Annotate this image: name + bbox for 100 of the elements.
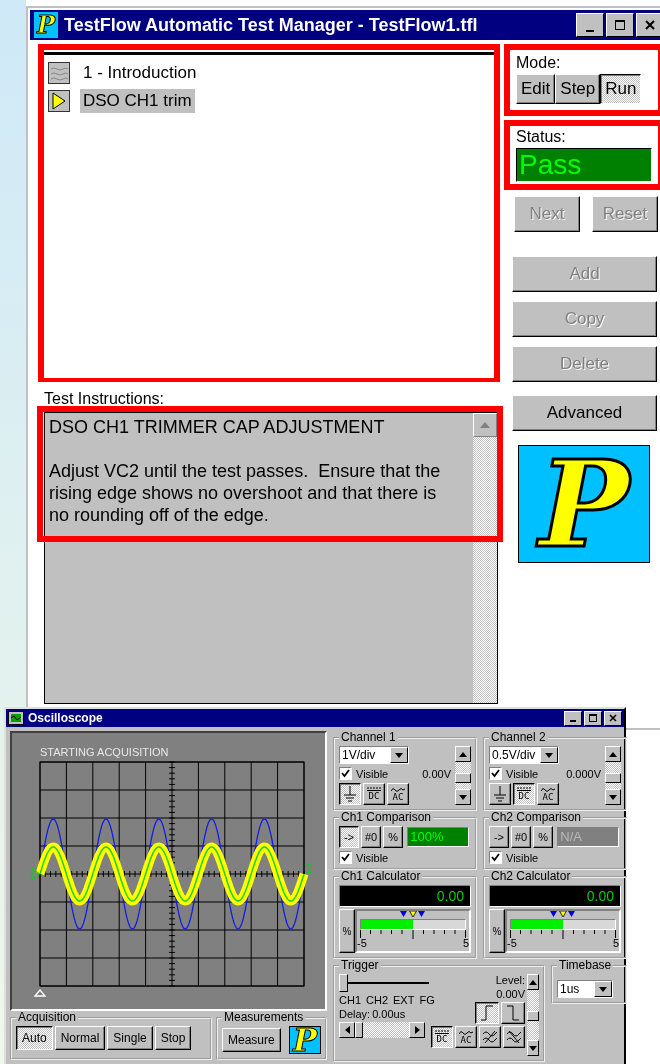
- dc-coupling-button[interactable]: DC: [431, 1026, 453, 1048]
- ac-wave-icon: [541, 786, 555, 792]
- maximize-button[interactable]: [584, 710, 602, 726]
- down-arrow-icon: [609, 794, 617, 800]
- checkbox-label: Visible: [356, 767, 389, 780]
- checkbox[interactable]: [339, 851, 352, 864]
- checkbox[interactable]: [339, 767, 352, 780]
- ground-icon: [343, 786, 357, 802]
- group-label: Measurements: [223, 1011, 305, 1024]
- maximize-button[interactable]: [606, 13, 634, 37]
- down-arrow-icon: [529, 1045, 537, 1051]
- close-button[interactable]: [604, 710, 622, 726]
- level-label: Level:: [495, 974, 525, 986]
- check-icon: [341, 853, 350, 862]
- ac-wave-icon: [391, 786, 405, 792]
- acquisition-button[interactable]: Normal: [54, 1026, 106, 1050]
- step-item[interactable]: DSO CH1 trim: [80, 89, 195, 113]
- left-arrow-icon: [344, 1026, 350, 1034]
- dc-coupling-button[interactable]: DC: [513, 783, 535, 805]
- acquisition-button[interactable]: Auto: [16, 1026, 53, 1050]
- comparison-button[interactable]: %: [533, 826, 554, 848]
- comparison-button[interactable]: #0: [511, 826, 532, 848]
- channel-marker: 2: [306, 862, 313, 876]
- offset-value: 0.00V: [422, 767, 451, 780]
- lf-coupling-button[interactable]: [503, 1026, 525, 1048]
- mode-button[interactable]: Edit: [516, 74, 556, 104]
- source-option[interactable]: CH2: [366, 974, 389, 1006]
- offset-scrollbar[interactable]: [455, 746, 471, 805]
- logo-letter: P: [292, 1024, 318, 1056]
- scale-dropdown[interactable]: 0.5V/div: [489, 746, 559, 764]
- hf-coupling-button[interactable]: [479, 1026, 501, 1048]
- ac-coupling-button[interactable]: AC: [537, 783, 559, 805]
- scale-label: 5: [612, 937, 619, 949]
- window-title: Oscilloscope: [28, 711, 103, 725]
- check-icon: [491, 853, 500, 862]
- comparison-button[interactable]: %: [383, 826, 404, 848]
- comparison-button[interactable]: #0: [361, 826, 382, 848]
- comparison-button[interactable]: ->: [339, 826, 359, 848]
- minimize-icon: [586, 30, 594, 32]
- scrollbar-thumb[interactable]: [605, 773, 621, 784]
- rising-edge-button[interactable]: [475, 1002, 499, 1024]
- acquisition-button[interactable]: Stop: [154, 1026, 192, 1050]
- percent-button[interactable]: %: [489, 909, 505, 953]
- mode-button[interactable]: Run: [600, 74, 642, 104]
- delay-value: 0.00us: [372, 1008, 406, 1020]
- dc-coupling-button[interactable]: DC: [363, 783, 385, 805]
- source-option[interactable]: EXT: [393, 974, 415, 1006]
- scrollbar-thumb[interactable]: [455, 773, 471, 784]
- scrollbar-thumb[interactable]: [355, 1022, 363, 1038]
- scroll-up-button[interactable]: [473, 413, 497, 437]
- group-label: Trigger: [340, 959, 380, 972]
- down-arrow-icon: [459, 794, 467, 800]
- source-option[interactable]: FG: [419, 974, 435, 1006]
- group-label: Timebase: [558, 959, 613, 972]
- acquisition-button[interactable]: Single: [107, 1026, 153, 1050]
- checkbox[interactable]: [489, 767, 502, 780]
- scale-ticks-icon: [510, 930, 616, 939]
- minimize-button[interactable]: [576, 13, 604, 37]
- scrollbar-thumb[interactable]: [527, 1011, 539, 1021]
- measure-button[interactable]: Measure: [222, 1028, 281, 1052]
- scale-dropdown[interactable]: 1V/div: [339, 746, 409, 764]
- mode-button[interactable]: Step: [555, 74, 601, 104]
- step-item[interactable]: 1 - Introduction: [80, 61, 200, 85]
- checkbox-label: Visible: [506, 767, 539, 780]
- level-scrollbar[interactable]: [527, 974, 539, 1056]
- action-button[interactable]: Advanced: [512, 395, 657, 431]
- up-arrow-icon: [459, 751, 467, 757]
- limit-markers-icon: [400, 911, 426, 919]
- slider-thumb[interactable]: [339, 974, 348, 992]
- ac-wave-icon: [459, 1029, 473, 1035]
- scrollbar[interactable]: [473, 413, 497, 703]
- source-option[interactable]: CH1: [339, 974, 361, 1006]
- instructions-heading: DSO CH1 TRIMMER CAP ADJUSTMENT: [49, 417, 386, 438]
- close-button[interactable]: [636, 13, 660, 37]
- group-label: Ch1 Calculator: [340, 870, 422, 883]
- dc-icon: [367, 787, 381, 791]
- app-logo: P: [34, 12, 59, 38]
- checkbox[interactable]: [489, 851, 502, 864]
- window-title: TestFlow Automatic Test Manager - TestFlow1.tfl: [64, 14, 478, 36]
- scope-icon: [8, 711, 24, 725]
- percent-button[interactable]: %: [339, 909, 355, 953]
- limit-markers-icon: [550, 911, 576, 919]
- ac-coupling-button[interactable]: AC: [455, 1026, 477, 1048]
- scale-label: -5: [357, 937, 367, 949]
- comparison-button[interactable]: ->: [489, 826, 509, 848]
- trigger-marker-icon: [33, 989, 47, 997]
- falling-edge-button[interactable]: [501, 1002, 525, 1024]
- ac-coupling-button[interactable]: AC: [387, 783, 409, 805]
- timebase-dropdown[interactable]: 1us: [557, 980, 613, 998]
- offset-scrollbar[interactable]: [605, 746, 621, 805]
- ground-coupling-button[interactable]: [339, 783, 361, 805]
- comparison-result: N/A: [557, 827, 620, 847]
- calculator-display: 0.00: [489, 885, 621, 907]
- page-icon: [48, 62, 70, 84]
- minimize-button[interactable]: [564, 710, 582, 726]
- check-icon: [341, 769, 350, 778]
- delay-scrollbar[interactable]: [339, 1022, 425, 1038]
- scale-ticks-icon: [360, 930, 466, 939]
- play-icon: [48, 90, 70, 112]
- maximize-icon: [588, 713, 598, 723]
